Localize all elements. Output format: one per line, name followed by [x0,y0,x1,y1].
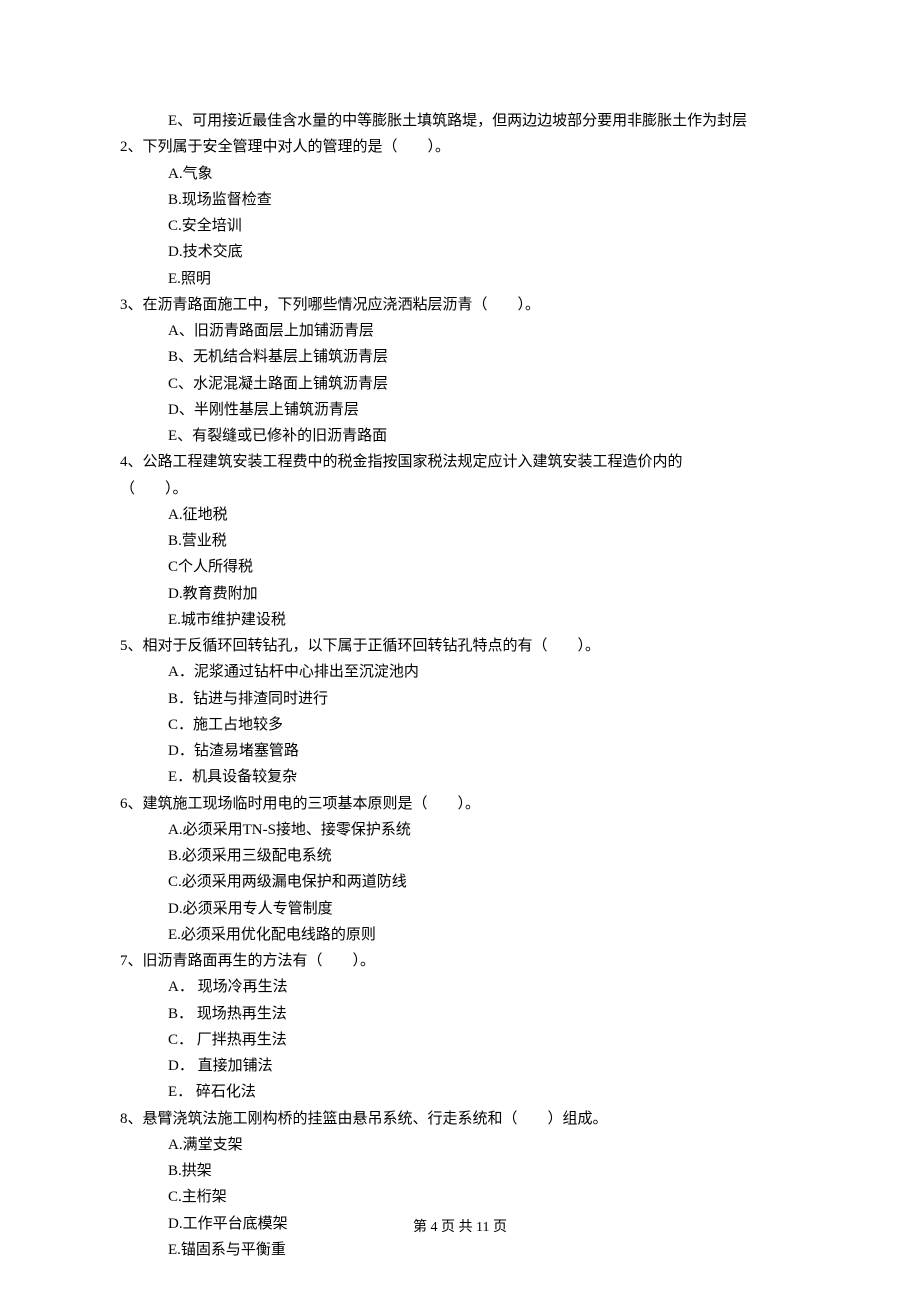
q4-stem-line2: （ ）。 [120,476,800,502]
q7-option-a: A． 现场冷再生法 [120,974,800,1000]
q2-stem: 2、下列属于安全管理中对人的管理的是（ ）。 [120,134,800,160]
q1-option-e: E、可用接近最佳含水量的中等膨胀土填筑路堤，但两边边坡部分要用非膨胀土作为封层 [120,108,800,134]
q3-stem: 3、在沥青路面施工中，下列哪些情况应浇洒粘层沥青（ ）。 [120,292,800,318]
q4-option-b: B.营业税 [120,528,800,554]
q3-option-d: D、半刚性基层上铺筑沥青层 [120,397,800,423]
q4-option-c: C个人所得税 [120,554,800,580]
q2-option-c: C.安全培训 [120,213,800,239]
q6-stem: 6、建筑施工现场临时用电的三项基本原则是（ ）。 [120,791,800,817]
q5-option-b: B．钻进与排渣同时进行 [120,686,800,712]
page-footer: 第 4 页 共 11 页 [0,1216,920,1241]
q5-option-c: C．施工占地较多 [120,712,800,738]
q6-option-b: B.必须采用三级配电系统 [120,843,800,869]
q7-option-d: D． 直接加铺法 [120,1053,800,1079]
q7-stem: 7、旧沥青路面再生的方法有（ ）。 [120,948,800,974]
q4-option-a: A.征地税 [120,502,800,528]
q3-option-e: E、有裂缝或已修补的旧沥青路面 [120,423,800,449]
q6-option-a: A.必须采用TN-S接地、接零保护系统 [120,817,800,843]
q5-option-e: E．机具设备较复杂 [120,764,800,790]
q8-option-b: B.拱架 [120,1158,800,1184]
q5-stem: 5、相对于反循环回转钻孔，以下属于正循环回转钻孔特点的有（ ）。 [120,633,800,659]
q8-option-e: E.锚固系与平衡重 [120,1237,800,1263]
q4-option-e: E.城市维护建设税 [120,607,800,633]
q6-option-e: E.必须采用优化配电线路的原则 [120,922,800,948]
q7-option-c: C． 厂拌热再生法 [120,1027,800,1053]
q8-option-c: C.主桁架 [120,1184,800,1210]
q8-option-a: A.满堂支架 [120,1132,800,1158]
q7-option-b: B． 现场热再生法 [120,1001,800,1027]
exam-content: E、可用接近最佳含水量的中等膨胀土填筑路堤，但两边边坡部分要用非膨胀土作为封层 … [120,108,800,1263]
q5-option-a: A．泥浆通过钻杆中心排出至沉淀池内 [120,659,800,685]
q6-option-c: C.必须采用两级漏电保护和两道防线 [120,869,800,895]
q2-option-b: B.现场监督检查 [120,187,800,213]
q2-option-a: A.气象 [120,161,800,187]
q7-option-e: E． 碎石化法 [120,1079,800,1105]
q2-option-e: E.照明 [120,266,800,292]
q3-option-c: C、水泥混凝土路面上铺筑沥青层 [120,371,800,397]
q4-option-d: D.教育费附加 [120,581,800,607]
q4-stem-line1: 4、公路工程建筑安装工程费中的税金指按国家税法规定应计入建筑安装工程造价内的 [120,449,800,475]
q3-option-a: A、旧沥青路面层上加铺沥青层 [120,318,800,344]
q2-option-d: D.技术交底 [120,239,800,265]
q5-option-d: D．钻渣易堵塞管路 [120,738,800,764]
q8-stem: 8、悬臂浇筑法施工刚构桥的挂篮由悬吊系统、行走系统和（ ）组成。 [120,1106,800,1132]
q3-option-b: B、无机结合料基层上铺筑沥青层 [120,344,800,370]
q6-option-d: D.必须采用专人专管制度 [120,896,800,922]
